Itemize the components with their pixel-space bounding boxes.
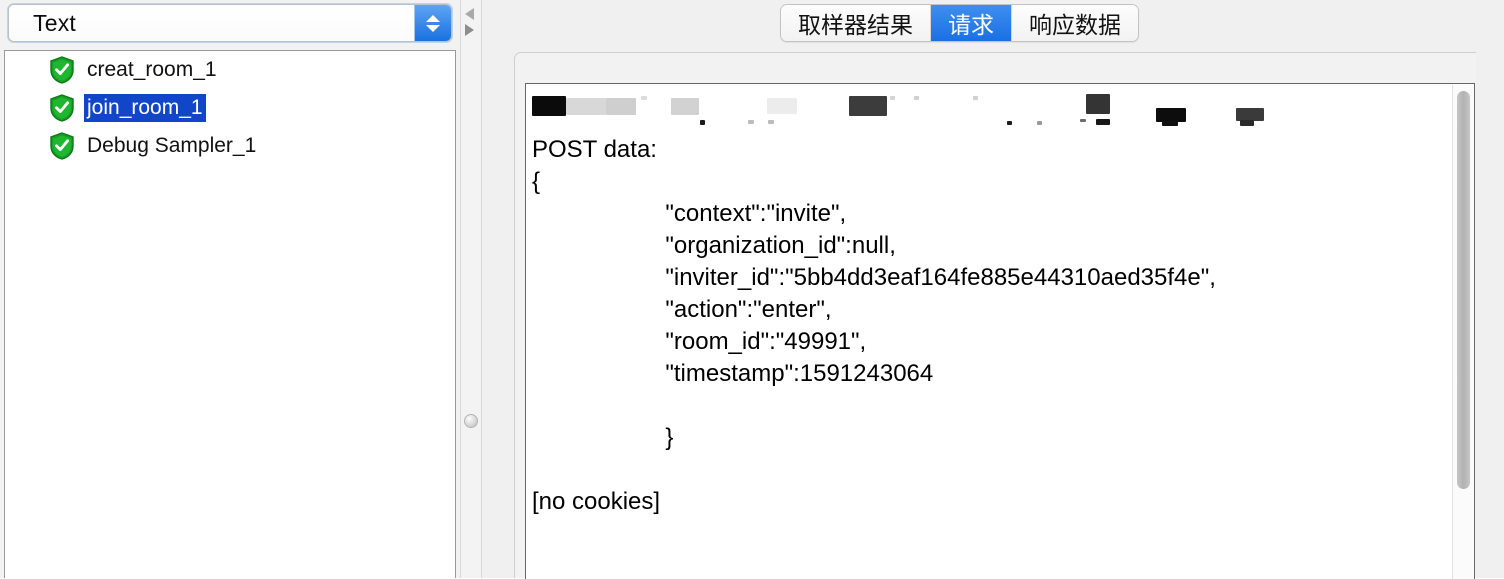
redaction-block	[1096, 119, 1110, 125]
request-post-data: POST data: { "context":"invite", "organi…	[532, 136, 1216, 515]
left-pane: Text creat_room_1 join_room_1 Debug Samp…	[0, 0, 460, 578]
redaction-block	[890, 96, 895, 100]
redaction-block	[671, 98, 699, 115]
tab-sampler-result[interactable]: 取样器结果	[781, 5, 931, 41]
pane-splitter[interactable]	[460, 0, 482, 578]
triangle-right-icon[interactable]	[465, 24, 474, 36]
jmeter-view-results-tree: Text creat_room_1 join_room_1 Debug Samp…	[0, 0, 1504, 579]
redaction-block	[767, 98, 797, 114]
search-combo-stepper[interactable]	[414, 5, 451, 41]
search-combo-value[interactable]: Text	[9, 5, 414, 41]
list-item[interactable]: join_room_1	[5, 89, 455, 127]
redaction-block	[606, 98, 636, 115]
triangle-left-icon[interactable]	[465, 8, 474, 20]
redaction-block	[1080, 119, 1086, 122]
redaction-block	[1086, 94, 1110, 114]
request-text-area[interactable]: POST data: { "context":"invite", "organi…	[526, 84, 1452, 579]
splitter-grip-icon[interactable]	[464, 414, 478, 428]
tab-response-data[interactable]: 响应数据	[1012, 5, 1138, 41]
request-text-viewport: POST data: { "context":"invite", "organi…	[525, 83, 1475, 579]
search-combo[interactable]: Text	[8, 4, 452, 42]
redaction-block	[849, 96, 887, 116]
redaction-block	[914, 96, 919, 100]
list-item-label: creat_room_1	[87, 58, 217, 81]
chevron-up-icon[interactable]	[426, 14, 440, 22]
list-item[interactable]: creat_room_1	[5, 51, 455, 89]
redaction-block	[1240, 120, 1254, 126]
redaction-block	[566, 98, 606, 115]
redacted-header-line	[530, 90, 1452, 134]
list-item[interactable]: Debug Sampler_1	[5, 127, 455, 165]
redaction-block	[1007, 121, 1012, 125]
green-shield-check-icon	[49, 94, 75, 122]
redaction-block	[748, 120, 754, 124]
green-shield-check-icon	[49, 132, 75, 160]
request-content-card: POST data: { "context":"invite", "organi…	[514, 52, 1486, 579]
right-gutter	[1476, 0, 1504, 578]
request-vertical-scrollbar[interactable]	[1452, 85, 1473, 579]
right-pane: 取样器结果 请求 响应数据 POST data: {"context":"in…	[482, 0, 1504, 579]
redaction-block	[768, 120, 774, 124]
list-item-label: Debug Sampler_1	[87, 134, 257, 157]
chevron-down-icon[interactable]	[426, 24, 440, 32]
tab-request[interactable]: 请求	[931, 5, 1012, 41]
results-tree-panel[interactable]: creat_room_1 join_room_1 Debug Sampler_1	[4, 50, 456, 578]
redaction-block	[1156, 108, 1186, 122]
redaction-block	[700, 120, 705, 125]
redaction-block	[973, 96, 978, 100]
redaction-block	[641, 96, 647, 100]
list-item-label: join_room_1	[84, 94, 206, 122]
redaction-block	[532, 96, 566, 116]
result-tabs: 取样器结果 请求 响应数据	[780, 4, 1139, 42]
scrollbar-thumb[interactable]	[1457, 91, 1470, 489]
redaction-block	[1037, 121, 1042, 125]
green-shield-check-icon	[49, 56, 75, 84]
redaction-block	[1162, 121, 1178, 126]
